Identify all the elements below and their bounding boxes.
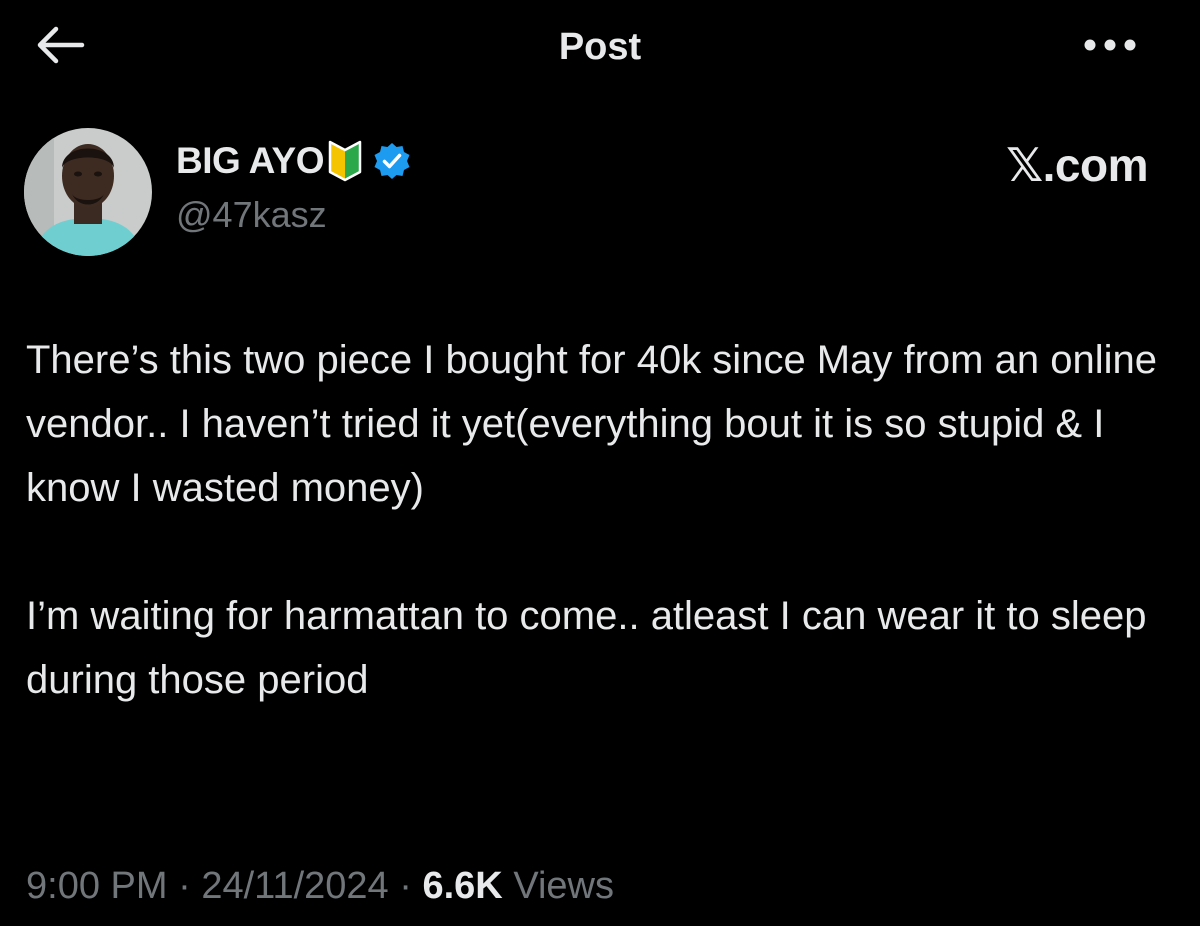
verified-badge-icon[interactable] <box>372 141 412 181</box>
user-handle[interactable]: @47kasz <box>176 194 327 236</box>
post-date[interactable]: 24/11/2024 <box>201 865 388 907</box>
meta-separator: · <box>399 865 412 907</box>
more-horizontal-icon <box>1083 38 1137 57</box>
beginner-mark-icon <box>328 140 362 182</box>
top-bar: Post <box>0 0 1200 100</box>
post-text: There’s this two piece I bought for 40k … <box>26 328 1166 712</box>
views-label: Views <box>513 865 614 907</box>
source-label: 𝕏.com <box>1006 139 1148 191</box>
more-options-button[interactable] <box>1075 22 1145 72</box>
name-row: BIG AYO <box>176 136 412 186</box>
author-block: BIG AYO @47kasz 𝕏.com <box>24 128 1176 258</box>
post-paragraph: There’s this two piece I bought for 40k … <box>26 338 1157 510</box>
post-paragraph: I’m waiting for harmattan to come.. atle… <box>26 594 1147 702</box>
post-time[interactable]: 9:00 PM <box>26 865 168 907</box>
page-title: Post <box>558 26 642 68</box>
post-meta: 9:00 PM · 24/11/2024 · 6.6K Views <box>26 860 614 912</box>
meta-separator: · <box>178 865 191 907</box>
views-count[interactable]: 6.6K <box>422 865 502 907</box>
avatar[interactable] <box>24 128 152 256</box>
display-name[interactable]: BIG AYO <box>176 140 324 182</box>
